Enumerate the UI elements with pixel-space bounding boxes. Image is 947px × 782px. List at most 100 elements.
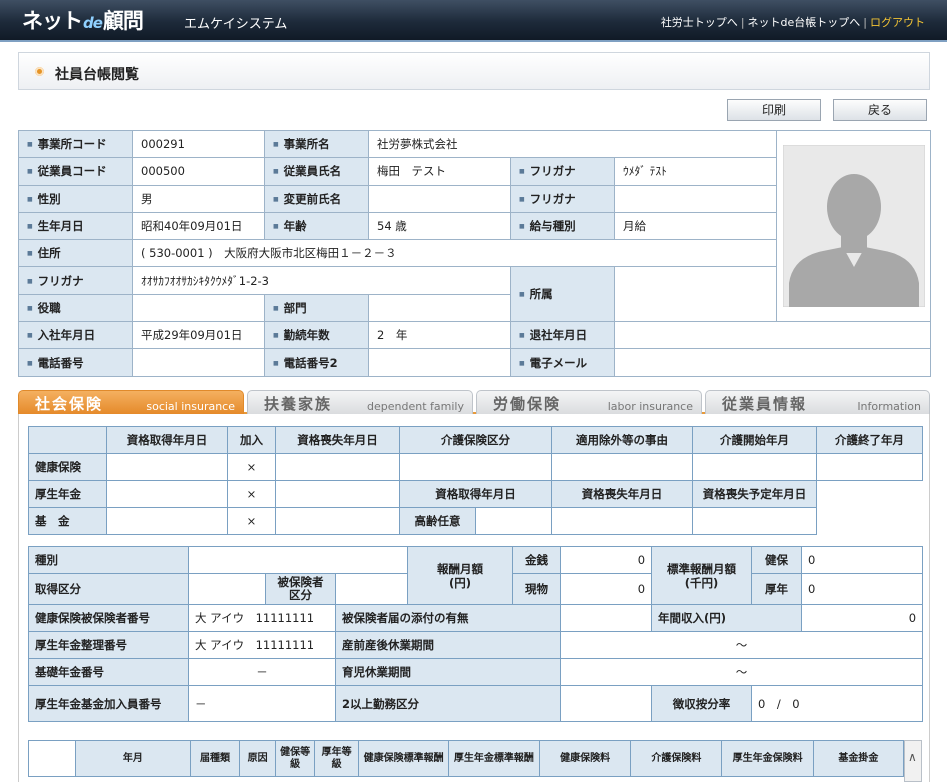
print-button[interactable]: 印刷 xyxy=(727,99,821,121)
basic-pension-number-value: － xyxy=(188,658,336,686)
pension-loss-date xyxy=(275,480,400,508)
logout-link[interactable]: ログアウト xyxy=(870,16,925,29)
pension-number-value: 大 アイウ 11111111 xyxy=(188,631,336,659)
header-loss-date: 資格喪失年月日 xyxy=(275,426,400,454)
section-label: 部門 xyxy=(264,293,369,323)
leave-date-label: 退社年月日 xyxy=(510,321,615,350)
fund-acquisition-value xyxy=(551,507,693,535)
fund-loss-date xyxy=(275,507,400,535)
bullet-icon xyxy=(35,67,44,76)
logo-text-b: 顧問 xyxy=(102,9,144,33)
pension-enrolled-mark: × xyxy=(227,480,276,508)
attachment-label: 被保険者届の添付の有無 xyxy=(334,604,562,632)
nav-separator: | xyxy=(740,16,745,29)
header-care-category: 介護保険区分 xyxy=(399,426,552,454)
history-col-pension-standard: 厚生年金標準報酬 xyxy=(447,740,540,777)
fund-acquisition-date xyxy=(106,507,228,535)
insurance-status-table: 資格取得年月日 加入 資格喪失年月日 介護保険区分 適用除外等の事由 介護開始年… xyxy=(28,426,923,535)
history-col-notice-type: 届種類 xyxy=(190,740,240,777)
address-kana-label: フリガナ xyxy=(18,266,133,295)
gender-label: 性別 xyxy=(18,184,133,213)
position-label: 役職 xyxy=(18,293,133,323)
years-of-service-label: 勤続年数 xyxy=(264,321,369,350)
department-value xyxy=(614,266,777,323)
years-of-service-value: 2 年 xyxy=(368,321,511,350)
health-insured-number-label: 健康保険被保険者番号 xyxy=(28,604,189,632)
standard-salary-label: 標準報酬月額 (千円) xyxy=(651,546,753,605)
previous-name-value xyxy=(368,184,511,213)
health-exemption-reason xyxy=(551,453,693,481)
email-label: 電子メール xyxy=(510,348,615,377)
row-welfare-pension: 厚生年金 xyxy=(28,480,107,508)
pay-type-label: 給与種別 xyxy=(510,211,615,241)
address-kana-value: ｵｵｻｶﾌｵｵｻｶｼｷﾀｸｳﾒﾀﾞ1-2-3 xyxy=(132,266,511,295)
leave-date-value xyxy=(614,321,931,350)
planned-loss-value xyxy=(692,507,817,535)
header-care-start: 介護開始年月 xyxy=(692,426,817,454)
section-value xyxy=(368,293,511,323)
collection-ratio-value: 0 / 0 xyxy=(751,685,924,722)
logo-text-de: de xyxy=(83,14,103,32)
history-col-fund-contribution: 基金掛金 xyxy=(812,740,905,777)
childcare-leave-label: 育児休業期間 xyxy=(334,658,562,686)
kounen-value: 0 xyxy=(801,573,924,605)
goods-label: 現物 xyxy=(512,573,562,605)
nav-link-daicho-top[interactable]: ネットde台帳トップへ xyxy=(748,16,861,29)
health-care-end xyxy=(816,453,923,481)
health-acquisition-date xyxy=(106,453,228,481)
office-name-label: 事業所名 xyxy=(264,129,369,159)
attachment-value xyxy=(560,604,653,632)
employee-code-label: 従業員コード xyxy=(18,157,133,186)
row-fund: 基 金 xyxy=(28,507,107,535)
tab-label-en: dependent family xyxy=(367,400,464,413)
tab-label-jp: 扶養家族 xyxy=(264,395,333,413)
birthdate-value: 昭和40年09月01日 xyxy=(132,211,265,241)
page-title: 社員台帳閲覧 xyxy=(55,67,139,83)
tab-social-insurance[interactable]: 社会保険 social insurance xyxy=(18,390,244,414)
type-value xyxy=(187,546,409,574)
goods-value: 0 xyxy=(560,573,653,605)
back-button[interactable]: 戻る xyxy=(833,99,927,121)
email-value xyxy=(614,348,931,377)
kenpo-value: 0 xyxy=(801,546,924,574)
maternity-leave-value: ～ xyxy=(560,631,924,659)
empty-cell xyxy=(817,481,923,508)
phone-label: 電話番号 xyxy=(18,348,133,377)
tab-label-en: Information xyxy=(857,400,921,413)
salary-monthly-label: 報酬月額 (円) xyxy=(407,546,514,605)
fund-member-number-value: － xyxy=(188,685,336,722)
logo-text-a: ネット xyxy=(22,9,83,33)
pay-type-value: 月給 xyxy=(614,211,777,241)
tab-labor-insurance[interactable]: 労働保険 labor insurance xyxy=(476,390,702,414)
annual-income-value: 0 xyxy=(801,604,924,632)
department-label: 所属 xyxy=(510,266,615,323)
phone2-label: 電話番号2 xyxy=(264,348,369,377)
row-health-insurance: 健康保険 xyxy=(28,453,107,481)
address-value: ( 530-0001 ) 大阪府大阪市北区梅田１－２－３ xyxy=(132,239,777,268)
insurance-detail-table: 種別 報酬月額 (円) 金銭 0 標準報酬月額 (千円) 健保 0 取得区分 被… xyxy=(28,546,924,722)
join-date-value: 平成29年09月01日 xyxy=(132,321,265,350)
history-col-health-grade: 健保等級 xyxy=(275,740,315,777)
kana-value: ｳﾒﾀﾞ ﾃｽﾄ xyxy=(614,157,777,186)
nav-link-sharoushi-top[interactable]: 社労士トップへ xyxy=(661,16,738,29)
scroll-up-icon[interactable]: ∧ xyxy=(908,750,917,764)
gender-value: 男 xyxy=(132,184,265,213)
multi-employment-label: 2以上勤務区分 xyxy=(334,685,562,722)
office-name-value: 社労夢株式会社 xyxy=(368,129,777,159)
insured-type-value xyxy=(334,573,409,605)
history-col-health-standard: 健康保険標準報酬 xyxy=(358,740,449,777)
tab-employee-information[interactable]: 従業員情報 Information xyxy=(705,390,930,414)
history-col-health-premium: 健康保険料 xyxy=(538,740,632,777)
header-acquisition-date: 資格取得年月日 xyxy=(106,426,228,454)
tab-dependent-family[interactable]: 扶養家族 dependent family xyxy=(247,390,473,414)
history-scrollbar[interactable]: ∧ xyxy=(904,740,922,782)
office-code-label: 事業所コード xyxy=(18,129,133,159)
app-header: ネットde顧問 エムケイシステム 社労士トップへ | ネットde台帳トップへ | ログア… xyxy=(0,0,947,42)
employee-info-table: 事業所コード 000291 事業所名 社労夢株式会社 従業員コード 000500… xyxy=(18,129,931,377)
header-elderly-voluntary: 高齢任意 xyxy=(399,507,476,535)
maternity-leave-label: 産前産後休業期間 xyxy=(334,631,562,659)
phone-value xyxy=(132,348,265,377)
tab-label-en: labor insurance xyxy=(607,400,693,413)
corner-cell xyxy=(28,426,107,454)
app-logo[interactable]: ネットde顧問 xyxy=(22,5,144,37)
